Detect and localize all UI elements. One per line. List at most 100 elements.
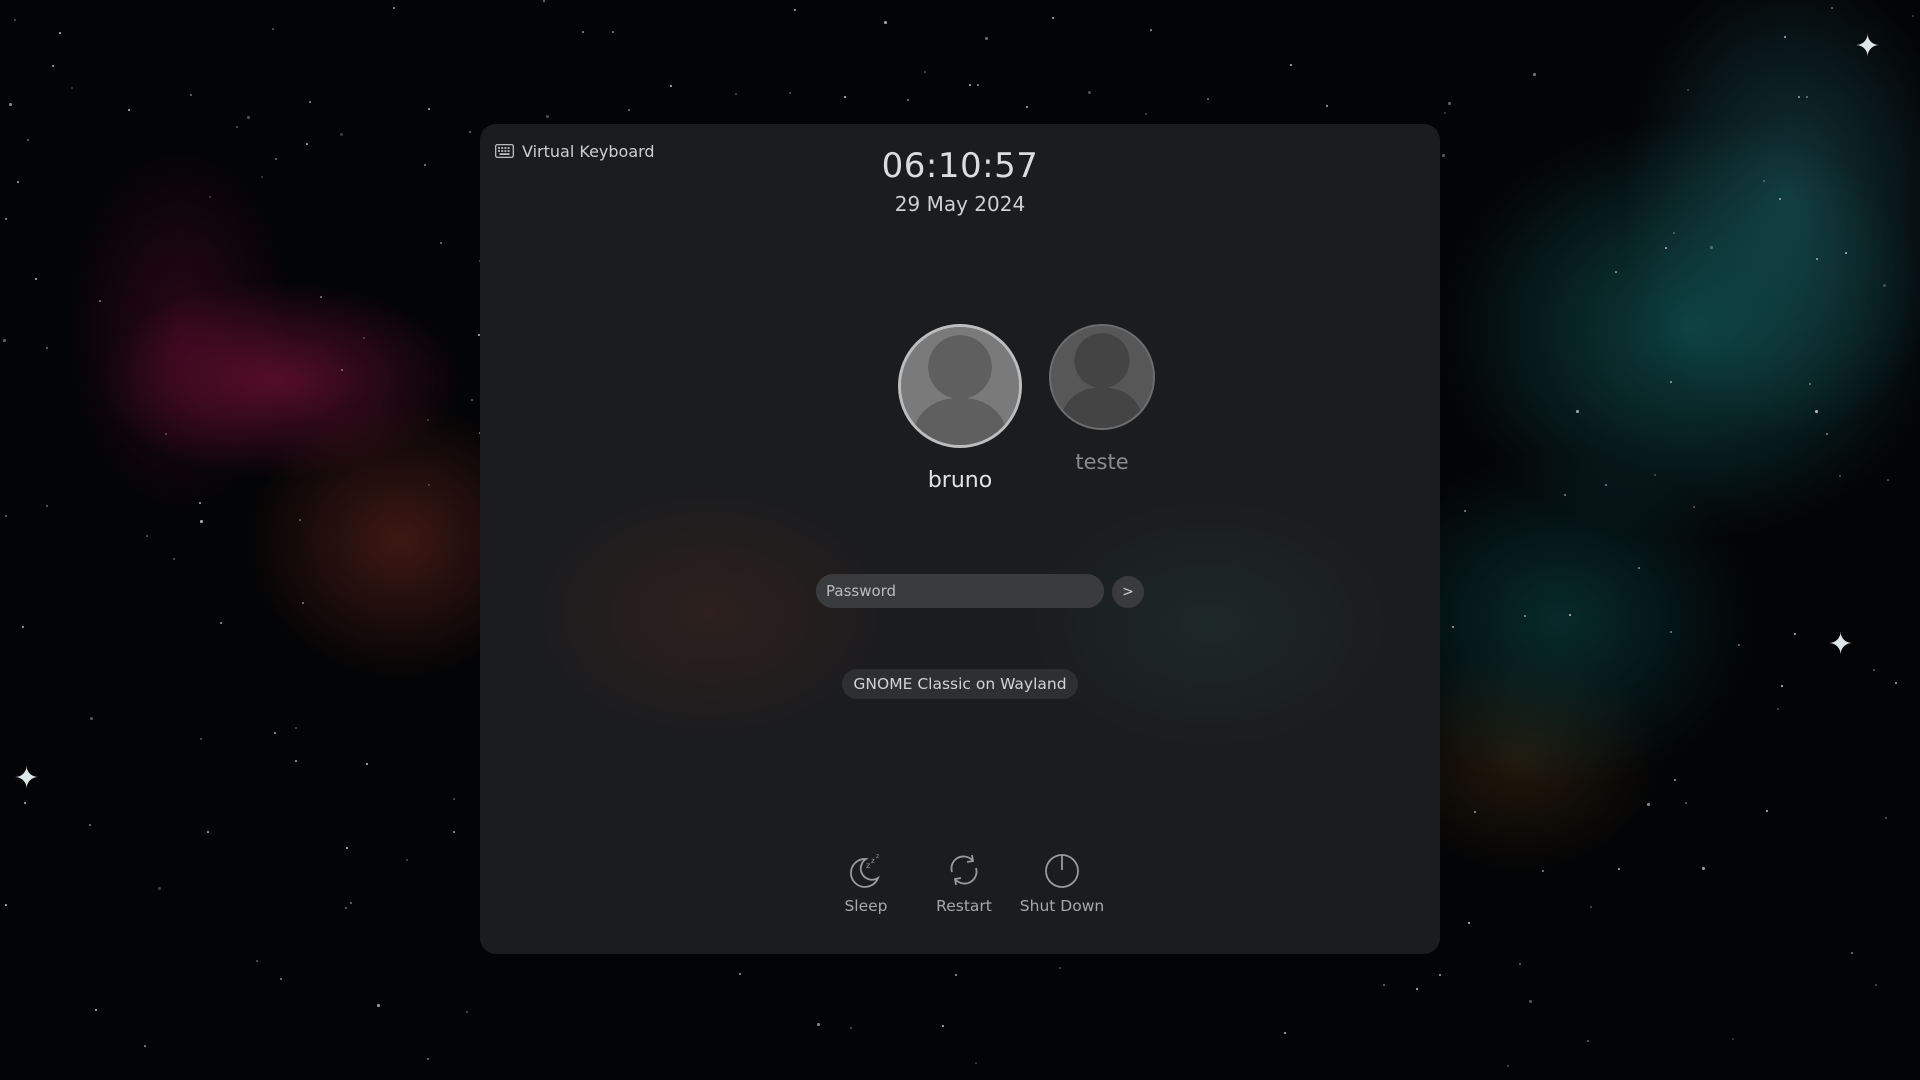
star-decoration — [1468, 922, 1470, 924]
star-decoration — [670, 85, 672, 87]
star-decoration — [306, 143, 308, 145]
star-decoration — [144, 1045, 146, 1047]
star-decoration — [363, 337, 365, 339]
star-decoration — [24, 802, 26, 804]
shutdown-label: Shut Down — [1019, 897, 1105, 915]
star-decoration — [1524, 615, 1526, 617]
star-decoration — [299, 519, 301, 521]
star-decoration — [275, 158, 277, 160]
moon-zzz-icon: z z z — [850, 853, 880, 888]
star-decoration — [14, 19, 16, 21]
password-input[interactable] — [816, 574, 1104, 608]
star-decoration — [1647, 803, 1650, 806]
session-label: GNOME Classic on Wayland — [853, 675, 1067, 693]
star-decoration — [1875, 984, 1877, 986]
star-decoration — [1763, 180, 1765, 182]
star-decoration — [1464, 510, 1466, 512]
star-decoration — [209, 196, 211, 198]
star-decoration — [1738, 644, 1740, 646]
star-decoration — [5, 515, 7, 517]
star-decoration — [22, 626, 24, 628]
star-decoration — [158, 887, 161, 890]
star-decoration — [46, 505, 48, 507]
star-decoration — [1150, 29, 1152, 31]
star-decoration — [27, 139, 29, 141]
star-decoration — [295, 760, 297, 762]
star-decoration — [1693, 506, 1695, 508]
star-decoration — [453, 798, 455, 800]
star-decoration — [1326, 105, 1328, 107]
shutdown-button[interactable]: Shut Down — [1012, 850, 1112, 915]
sleep-label: Sleep — [844, 897, 888, 915]
star-decoration — [1507, 1065, 1509, 1067]
star-decoration — [1442, 154, 1445, 157]
star-decoration — [977, 84, 979, 86]
star-decoration — [1845, 252, 1847, 254]
star-decoration — [9, 103, 12, 106]
star-decoration — [1702, 867, 1705, 870]
star-decoration — [71, 87, 73, 89]
star-decoration — [377, 1004, 380, 1007]
star-decoration — [466, 1011, 468, 1013]
svg-text:z: z — [876, 853, 879, 860]
star-decoration — [1519, 963, 1521, 965]
star-decoration — [1685, 802, 1687, 804]
star-decoration — [546, 115, 549, 118]
star-decoration — [428, 484, 430, 486]
star-decoration — [628, 109, 630, 111]
star-decoration — [173, 558, 175, 560]
star-decoration — [1605, 484, 1607, 486]
star-decoration — [35, 278, 37, 280]
star-decoration — [1839, 475, 1841, 477]
user-item-teste[interactable]: teste — [1045, 324, 1159, 474]
star-decoration — [190, 94, 192, 96]
star-decoration — [1887, 479, 1889, 481]
star-decoration — [789, 92, 791, 94]
star-decoration — [1794, 633, 1796, 635]
star-decoration — [52, 65, 54, 67]
star-decoration — [1059, 967, 1061, 969]
star-decoration — [1883, 284, 1886, 287]
star-decoration — [1777, 708, 1779, 710]
avatar — [1049, 324, 1155, 430]
star-decoration — [1710, 246, 1713, 249]
star-decoration — [320, 296, 322, 298]
star-decoration — [280, 978, 282, 980]
star-decoration — [1638, 567, 1640, 569]
sparkle-star-decoration: ✦ — [1828, 627, 1854, 662]
sleep-button[interactable]: z z z Sleep — [816, 850, 916, 915]
star-decoration — [1618, 868, 1620, 870]
star-decoration — [1145, 113, 1147, 115]
star-decoration — [1452, 626, 1454, 628]
star-decoration — [1673, 232, 1675, 234]
star-decoration — [985, 37, 988, 40]
star-decoration — [1732, 1038, 1734, 1040]
restart-button[interactable]: Restart — [914, 850, 1014, 915]
star-decoration — [440, 242, 442, 244]
star-decoration — [1615, 271, 1617, 273]
star-decoration — [1590, 906, 1592, 908]
star-decoration — [1873, 669, 1875, 671]
user-item-bruno[interactable]: bruno — [895, 324, 1025, 493]
star-decoration — [1851, 952, 1853, 954]
star-decoration — [1474, 811, 1476, 813]
session-selector-button[interactable]: GNOME Classic on Wayland — [842, 669, 1078, 699]
star-decoration — [406, 859, 408, 861]
submit-button[interactable]: > — [1112, 576, 1144, 608]
star-decoration — [90, 717, 93, 720]
star-decoration — [95, 1009, 97, 1011]
star-decoration — [1207, 98, 1209, 100]
sparkle-star-decoration: ✦ — [1855, 29, 1881, 64]
star-decoration — [844, 96, 846, 98]
star-decoration — [1564, 494, 1566, 496]
star-decoration — [612, 31, 614, 33]
star-decoration — [1670, 381, 1672, 383]
restart-label: Restart — [936, 897, 992, 915]
svg-text:z: z — [871, 857, 875, 865]
star-decoration — [295, 727, 297, 729]
star-decoration — [543, 0, 545, 2]
star-decoration — [1885, 817, 1887, 819]
star-decoration — [1665, 247, 1667, 249]
star-decoration — [1674, 779, 1676, 781]
clock-date: 29 May 2024 — [894, 192, 1026, 216]
